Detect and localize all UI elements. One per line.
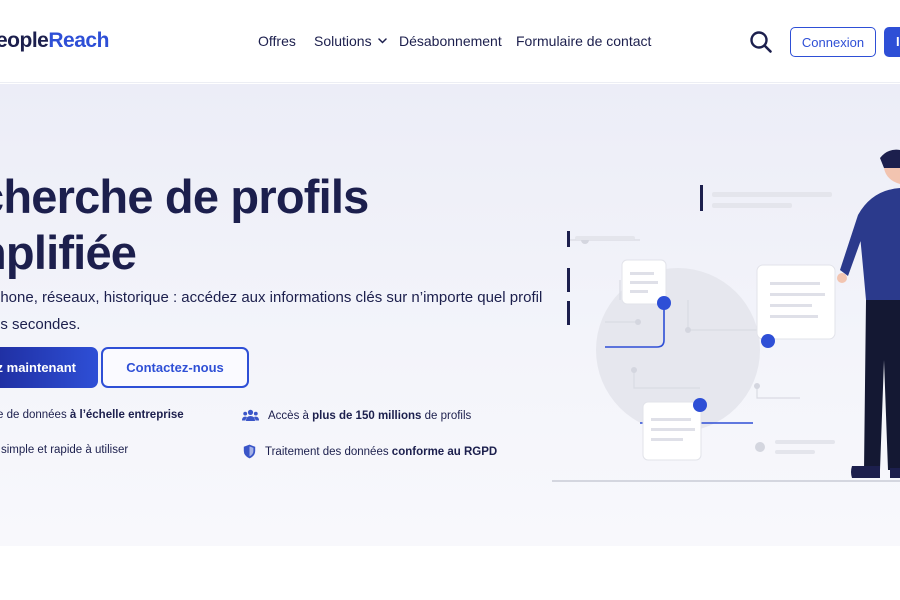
- login-button[interactable]: Connexion: [790, 27, 876, 57]
- nav-solutions[interactable]: Solutions: [314, 33, 388, 49]
- hero-title-line2: nplifiée: [0, 226, 137, 279]
- nav-desabonnement[interactable]: Désabonnement: [399, 33, 502, 49]
- shield-icon: [243, 444, 256, 459]
- nav-solutions-label: Solutions: [314, 33, 372, 49]
- footer-strip: [0, 546, 900, 600]
- feature-text-pre: Traitement des données: [265, 445, 392, 458]
- feature-text-bold: à l’échelle entreprise: [69, 409, 184, 421]
- nav-offres[interactable]: Offres: [258, 33, 296, 49]
- hero-title-line1: cherche de profils: [0, 170, 369, 223]
- logo[interactable]: eopleReach: [0, 29, 109, 53]
- feature-text: e de données à l’échelle entreprise: [0, 409, 184, 421]
- logo-text-part1: eople: [0, 29, 49, 52]
- hero-illustration: [552, 149, 900, 482]
- feature-item: Accès à plus de 150 millions de profils: [242, 409, 471, 422]
- feature-text-bold: conforme au RGPD: [391, 445, 498, 458]
- chevron-down-icon: [378, 38, 388, 44]
- nav-formulaire-contact[interactable]: Formulaire de contact: [516, 33, 651, 49]
- hero-subtitle-line2: es secondes.: [0, 316, 81, 333]
- hero-subtitle-line1: phone, réseaux, historique : accédez aux…: [0, 289, 543, 306]
- feature-text: Accès à plus de 150 millions de profils: [268, 410, 471, 422]
- feature-text: Traitement des données conforme au RGPD: [265, 446, 497, 458]
- feature-item: e de données à l’échelle entreprise: [0, 409, 184, 421]
- feature-text-bold: plus de 150 millions: [312, 409, 422, 422]
- hero-subtitle: phone, réseaux, historique : accédez aux…: [0, 284, 542, 338]
- feature-text-pre: e de données: [0, 409, 70, 421]
- site-header: eopleReach Offres Solutions Désabonnemen…: [0, 0, 900, 83]
- feature-item: Traitement des données conforme au RGPD: [243, 444, 497, 459]
- logo-text-part2: Reach: [48, 29, 109, 52]
- feature-item: simple et rapide à utiliser: [1, 444, 128, 456]
- feature-text-pre: Accès à: [268, 409, 313, 422]
- header-cta-button[interactable]: I: [884, 27, 900, 57]
- hero-section: cherche de profils nplifiée phone, résea…: [0, 84, 900, 546]
- contact-button[interactable]: Contactez-nous: [101, 347, 249, 388]
- hero-title: cherche de profils nplifiée: [0, 169, 369, 281]
- primary-cta-button[interactable]: z maintenant: [0, 347, 98, 388]
- users-icon: [242, 409, 259, 421]
- search-icon[interactable]: [748, 29, 774, 55]
- feature-text-post: de profils: [421, 409, 472, 422]
- feature-text: simple et rapide à utiliser: [1, 444, 129, 456]
